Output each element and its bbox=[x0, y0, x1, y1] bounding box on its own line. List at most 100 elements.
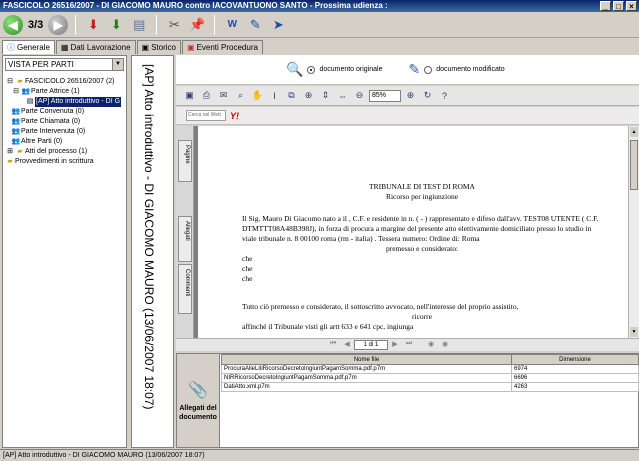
page-indicator[interactable]: 1 di 1 bbox=[354, 340, 388, 350]
tree-node-parte-convenuta[interactable]: 👥 Parte Convenuta (0) bbox=[5, 107, 124, 117]
folder-icon: ▰ bbox=[17, 148, 23, 155]
column-header-name[interactable]: Nome file bbox=[221, 354, 512, 365]
expand-icon[interactable]: ⊞ bbox=[5, 147, 15, 157]
zoom-in-tool-icon[interactable]: ⊕ bbox=[301, 88, 316, 103]
forward-doc-icon[interactable]: ➤ bbox=[268, 15, 288, 35]
chevron-down-icon[interactable]: ▼ bbox=[112, 59, 123, 70]
rotate-icon[interactable]: ↻ bbox=[420, 88, 435, 103]
file-size-cell: 6696 bbox=[511, 373, 639, 383]
save-icon[interactable]: ▣ bbox=[182, 88, 197, 103]
scroll-thumb[interactable] bbox=[630, 140, 638, 190]
select-text-icon[interactable]: I bbox=[267, 88, 282, 103]
pin-icon[interactable]: 📌 bbox=[187, 15, 207, 35]
attachments-panel: 📎 Allegati del documento Nome file Dimens… bbox=[176, 353, 639, 448]
back-button[interactable]: ◀ bbox=[3, 14, 23, 35]
document-icon[interactable]: ▤ bbox=[129, 15, 149, 35]
tab-label: Dati Lavorazione bbox=[70, 43, 131, 52]
zoom-input[interactable]: 85% bbox=[369, 89, 401, 102]
file-name-cell: ProcuraAlleLitiRicorsoDecretoIngiuntPaga… bbox=[221, 364, 512, 374]
tab-generale[interactable]: ⓘ Generale bbox=[2, 40, 55, 54]
toolbar-separator bbox=[214, 14, 216, 35]
print-icon[interactable]: ⎙ bbox=[199, 88, 214, 103]
tree-node-altre-parti[interactable]: 👥 Altre Parti (0) bbox=[5, 137, 124, 147]
forward-button[interactable]: ▶ bbox=[48, 14, 69, 35]
radio-modified[interactable] bbox=[424, 65, 433, 74]
tree-node-selected-document[interactable]: ▤ [AP] Atto introduttivo - DI G bbox=[5, 97, 124, 107]
scroll-up-icon[interactable]: ▲ bbox=[630, 127, 638, 137]
scroll-down-icon[interactable]: ▼ bbox=[630, 327, 638, 337]
document-version-selector: 🔍 documento originale ✎ documento modifi… bbox=[176, 55, 639, 85]
view-select[interactable]: VISTA PER PARTI ▼ bbox=[5, 58, 124, 71]
option-original[interactable]: 🔍 documento originale bbox=[286, 61, 382, 78]
snapshot-icon[interactable]: ⧉ bbox=[284, 88, 299, 103]
expand-icon[interactable]: ⊟ bbox=[5, 77, 15, 87]
tools-icon[interactable]: ✂ bbox=[164, 15, 184, 35]
tree-node-parte-attrice[interactable]: ⊟ 👥 Parte Attrice (1) bbox=[5, 87, 124, 97]
pdf-side-tabs: Pagine Allegati Commenti bbox=[176, 126, 194, 338]
edit-doc-icon[interactable]: ✎ bbox=[245, 15, 265, 35]
fit-page-icon[interactable]: ⇕ bbox=[318, 88, 333, 103]
file-size-cell: 6974 bbox=[511, 364, 639, 374]
doc-premesso: premesso e considerato: bbox=[385, 244, 459, 253]
doc-paragraph-request: affinché il Tribunale visti gli artt 633… bbox=[242, 322, 414, 331]
document-icon: ▤ bbox=[26, 98, 34, 105]
maximize-button[interactable]: □ bbox=[613, 1, 624, 11]
people-icon: 👥 bbox=[11, 138, 21, 145]
table-row[interactable]: ProcuraAlleLitiRicorsoDecretoIngiuntPaga… bbox=[221, 364, 639, 374]
pdf-viewer[interactable]: TRIBUNALE DI TEST DI ROMA Ricorso per in… bbox=[194, 126, 628, 338]
tab-eventi-procedura[interactable]: ▣ Eventi Procedura bbox=[182, 40, 263, 54]
next-page-icon[interactable]: ▶ bbox=[388, 340, 402, 350]
pdf-vertical-scrollbar[interactable]: ▲ ▼ bbox=[628, 126, 639, 338]
tab-pagine[interactable]: Pagine bbox=[178, 140, 192, 182]
folder-icon: ▰ bbox=[17, 78, 23, 85]
toolbar-separator bbox=[75, 14, 77, 35]
tab-commenti[interactable]: Commenti bbox=[178, 264, 192, 314]
download-red-icon[interactable]: ⬇ bbox=[83, 15, 103, 35]
table-row[interactable]: DatiAtto.xml.p7m 4263 bbox=[221, 382, 639, 392]
forward-view-icon[interactable]: ◉ bbox=[438, 340, 452, 350]
zoom-in-icon[interactable]: ⊕ bbox=[403, 88, 418, 103]
status-bar: [AP] Atto introduttivo - DI GIACOMO MAUR… bbox=[0, 449, 639, 461]
event-icon: ▣ bbox=[187, 43, 195, 52]
email-icon[interactable]: ✉ bbox=[216, 88, 231, 103]
option-modified[interactable]: ✎ documento modificato bbox=[408, 61, 504, 78]
doc-subtitle: Ricorso per ingiunzione bbox=[385, 192, 459, 201]
tab-allegati[interactable]: Allegati bbox=[178, 216, 192, 262]
minimize-button[interactable]: _ bbox=[600, 1, 611, 11]
document-title-rotated: [AP] Atto introduttivo - DI GIACOMO MAUR… bbox=[142, 64, 156, 410]
record-counter: 3/3 bbox=[28, 18, 44, 31]
doc-paragraph-intro: Il Sig. Mauro Di Giacomo nato a il , C.F… bbox=[242, 214, 599, 243]
tree-node-root[interactable]: ⊟ ▰ FASCICOLO 26516/2007 (2) bbox=[5, 77, 124, 87]
option-modified-label: documento modificato bbox=[436, 66, 505, 73]
column-header-size[interactable]: Dimensione bbox=[511, 354, 639, 365]
close-button[interactable]: × bbox=[626, 1, 637, 11]
window-title: FASCICOLO 26516/2007 - DI GIACOMO MAURO … bbox=[3, 1, 388, 10]
word-doc-icon[interactable]: W bbox=[222, 15, 242, 35]
tree-node-atti-processo[interactable]: ⊞ ▰ Atti del processo (1) bbox=[5, 147, 124, 157]
tab-storico[interactable]: ▣ Storico bbox=[136, 40, 181, 54]
radio-original[interactable] bbox=[307, 65, 316, 74]
web-search-bar: Cerca nel Web Y! bbox=[176, 107, 639, 125]
fit-width-icon[interactable]: ⇔ bbox=[335, 88, 350, 103]
zoom-out-icon[interactable]: ⊖ bbox=[352, 88, 367, 103]
web-search-input[interactable]: Cerca nel Web bbox=[186, 110, 226, 121]
magnifier-doc-icon: 🔍 bbox=[286, 61, 304, 77]
tree-node-provvedimenti[interactable]: ▰ Provvedimenti in scrittura bbox=[5, 157, 124, 167]
table-row[interactable]: NIRRicorsoDecretoIngiuntPagamSomma.pdf.p… bbox=[221, 373, 639, 383]
yahoo-logo[interactable]: Y! bbox=[230, 111, 239, 121]
last-page-icon[interactable]: ⏭ bbox=[402, 340, 416, 350]
tab-dati-lavorazione[interactable]: ▦ Dati Lavorazione bbox=[55, 40, 136, 54]
tree-node-parte-chiamata[interactable]: 👥 Parte Chiamata (0) bbox=[5, 117, 124, 127]
find-icon[interactable]: ⌕ bbox=[233, 88, 248, 103]
attachments-table: Nome file Dimensione ProcuraAlleLitiRico… bbox=[221, 354, 639, 392]
back-view-icon[interactable]: ◉ bbox=[424, 340, 438, 350]
help-icon[interactable]: ? bbox=[437, 88, 452, 103]
download-green-icon[interactable]: ⬇ bbox=[106, 15, 126, 35]
tree-node-parte-intervenuta[interactable]: 👥 Parte Intervenuta (0) bbox=[5, 127, 124, 137]
expand-icon[interactable]: ⊟ bbox=[11, 87, 21, 97]
hand-tool-icon[interactable]: ✋ bbox=[250, 88, 265, 103]
title-bar: FASCICOLO 26516/2007 - DI GIACOMO MAURO … bbox=[0, 0, 639, 12]
first-page-icon[interactable]: ⏮ bbox=[326, 340, 340, 350]
tab-label: Generale bbox=[17, 43, 50, 52]
prev-page-icon[interactable]: ◀ bbox=[340, 340, 354, 350]
